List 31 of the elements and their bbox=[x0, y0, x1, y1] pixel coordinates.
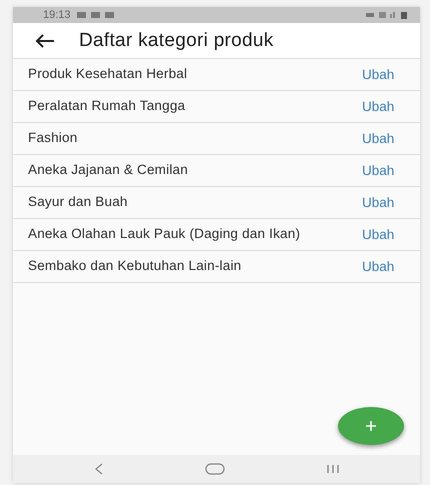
plus-icon bbox=[365, 420, 377, 432]
edit-link[interactable]: Ubah bbox=[362, 227, 410, 242]
edit-link[interactable]: Ubah bbox=[362, 99, 410, 114]
category-row[interactable]: Sembako dan Kebutuhan Lain-lain Ubah bbox=[13, 251, 420, 283]
signal-battery-icons bbox=[366, 11, 408, 19]
category-row[interactable]: Fashion Ubah bbox=[13, 123, 420, 155]
add-button[interactable] bbox=[338, 407, 404, 445]
category-row[interactable]: Peralatan Rumah Tangga Ubah bbox=[13, 91, 420, 123]
category-name: Aneka Olahan Lauk Pauk (Daging dan Ikan) bbox=[28, 227, 302, 242]
back-nav-icon[interactable] bbox=[94, 463, 104, 475]
recents-nav-icon[interactable] bbox=[326, 464, 340, 474]
category-name: Produk Kesehatan Herbal bbox=[28, 67, 188, 82]
edit-link[interactable]: Ubah bbox=[362, 67, 410, 82]
page-title: Daftar kategori produk bbox=[79, 30, 274, 52]
status-time: 19:13 bbox=[43, 9, 71, 21]
edit-link[interactable]: Ubah bbox=[362, 259, 410, 274]
category-name: Sembako dan Kebutuhan Lain-lain bbox=[28, 259, 242, 274]
category-row[interactable]: Aneka Jajanan & Cemilan Ubah bbox=[13, 155, 420, 187]
notification-icons bbox=[76, 11, 117, 19]
category-name: Peralatan Rumah Tangga bbox=[28, 99, 186, 114]
category-row[interactable]: Aneka Olahan Lauk Pauk (Daging dan Ikan) Ubah bbox=[13, 219, 420, 251]
category-name: Sayur dan Buah bbox=[28, 195, 129, 210]
edit-link[interactable]: Ubah bbox=[362, 163, 410, 178]
edit-link[interactable]: Ubah bbox=[362, 195, 410, 210]
category-name: Aneka Jajanan & Cemilan bbox=[28, 163, 189, 178]
back-icon[interactable] bbox=[35, 34, 55, 48]
category-name: Fashion bbox=[28, 131, 78, 146]
home-nav-icon[interactable] bbox=[204, 463, 224, 475]
edit-link[interactable]: Ubah bbox=[362, 131, 410, 146]
category-row[interactable]: Sayur dan Buah Ubah bbox=[13, 187, 420, 219]
category-row[interactable]: Produk Kesehatan Herbal Ubah bbox=[13, 59, 420, 91]
